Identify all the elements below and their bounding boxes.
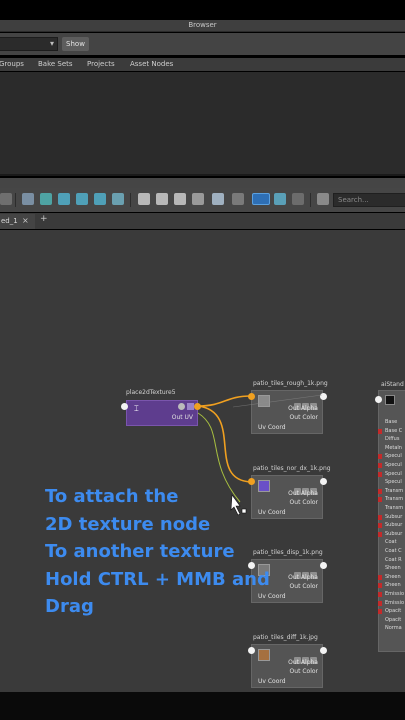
wire-uv-nor (197, 405, 252, 483)
video-letterbox (0, 692, 405, 720)
wire-uv-rough (197, 395, 252, 407)
maya-hypershade-window: Browser ▾ Show Groups Bake Sets Projects… (0, 0, 405, 720)
caption-line: Hold CTRL + MMB and (45, 568, 270, 590)
caption-line: To attach the (45, 486, 179, 507)
caption-line: To another texture (45, 541, 235, 562)
tutorial-caption: To attach the 2D texture node To another… (45, 483, 405, 621)
caption-line: Drag (45, 596, 94, 617)
caption-line: 2D texture node (45, 513, 211, 535)
